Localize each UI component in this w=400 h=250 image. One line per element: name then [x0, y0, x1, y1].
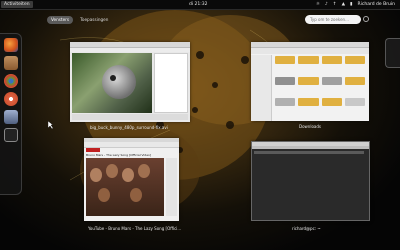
menubar	[252, 146, 369, 149]
file-manager-window[interactable]	[251, 42, 369, 121]
workspace-switcher[interactable]	[385, 38, 400, 68]
menubar	[70, 48, 190, 52]
network-icon[interactable]: ▲	[342, 0, 345, 9]
player-controls	[72, 114, 188, 120]
bluetooth-icon[interactable]: ↑	[333, 0, 337, 9]
chrome-icon[interactable]	[3, 74, 18, 88]
sidebar	[251, 55, 272, 121]
video-frame	[72, 53, 152, 113]
search-icon	[363, 16, 369, 22]
tab-applications[interactable]: Toepassingen	[76, 16, 112, 24]
terminal-icon[interactable]	[3, 128, 18, 142]
firefox-icon[interactable]	[3, 38, 18, 52]
window-title-label: big_buck_bunny_480p_surround-fix.avi	[90, 125, 168, 130]
accessibility-icon[interactable]: ☼	[316, 0, 320, 9]
toolbar	[251, 48, 369, 54]
top-bar: Activiteiten di 21:32 ☼ ♪ ↑ ▲ ▮ Richard …	[0, 0, 400, 10]
software-center-icon[interactable]	[3, 110, 18, 124]
youtube-sidebar	[166, 158, 177, 216]
dash	[0, 33, 22, 195]
window-title-label: Downloads	[299, 124, 321, 129]
overview-tabs: Vensters Toepassingen	[47, 16, 112, 24]
youtube-video-frame	[86, 158, 164, 216]
tab-windows[interactable]: Vensters	[47, 16, 74, 24]
search-input[interactable]	[305, 15, 361, 24]
playlist-panel	[154, 53, 188, 113]
terminal-output	[254, 151, 364, 154]
video-player-window[interactable]	[70, 42, 190, 122]
youtube-video-title: Bruno Mars - The Lazy Song [Official Vid…	[86, 153, 152, 157]
system-tray: ☼ ♪ ↑ ▲ ▮ Richard de Bruin	[316, 0, 395, 9]
window-title-label: richard@pc: ~	[292, 226, 321, 231]
battery-icon[interactable]: ▮	[350, 0, 352, 9]
terminal-window[interactable]	[251, 141, 370, 221]
mouse-cursor-icon	[48, 121, 53, 129]
clock[interactable]: di 21:32	[189, 0, 208, 9]
ubuntu-one-icon[interactable]	[3, 92, 18, 106]
volume-icon[interactable]: ♪	[325, 0, 328, 9]
file-grid	[275, 56, 365, 116]
activities-button[interactable]: Activiteiten	[1, 1, 33, 8]
user-menu[interactable]: Richard de Bruin	[358, 0, 395, 9]
window-title-label: YouTube - Bruno Mars - The Lazy Song [Of…	[88, 226, 182, 231]
browser-window[interactable]: Bruno Mars - The Lazy Song [Official Vid…	[84, 138, 179, 221]
files-icon[interactable]	[3, 56, 18, 70]
youtube-logo	[86, 148, 100, 152]
